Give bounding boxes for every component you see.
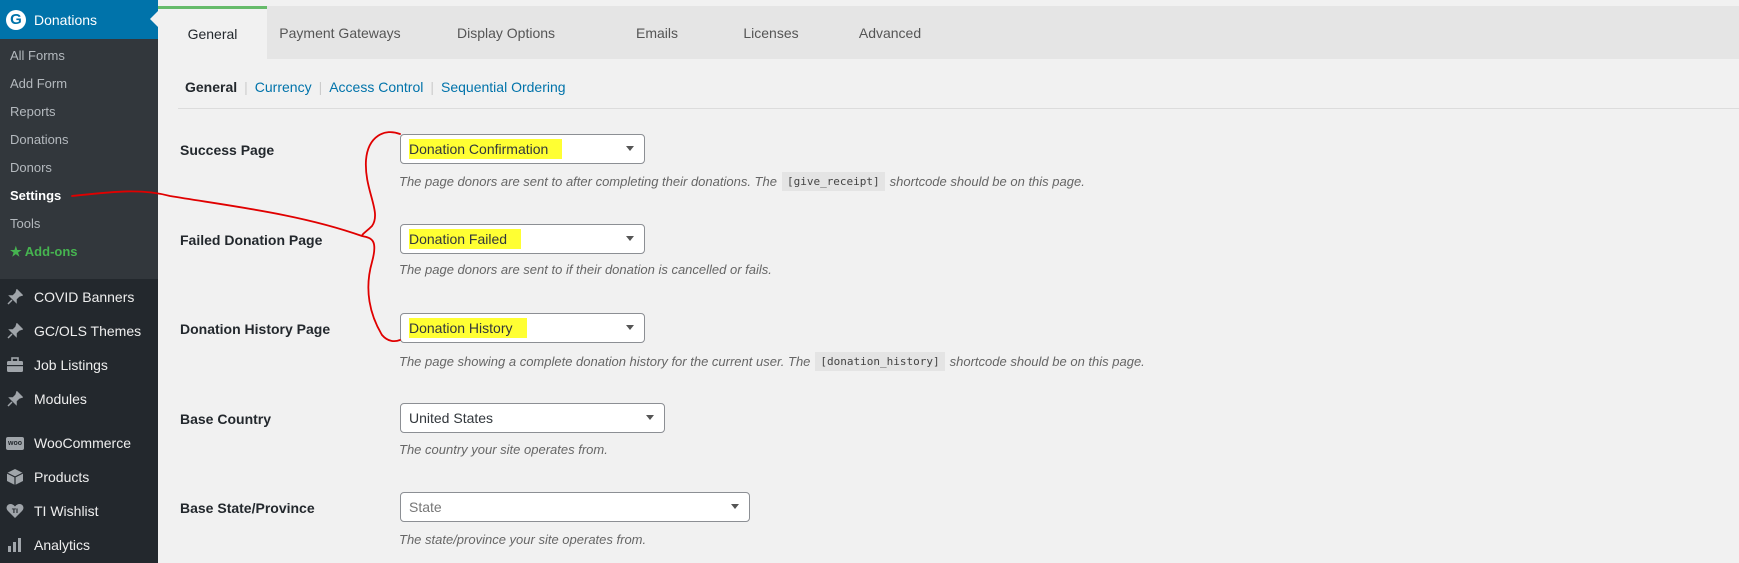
success-page-label: Success Page [180,142,275,158]
caret-down-icon [626,236,634,241]
caret-down-icon [626,146,634,151]
subtab-separator: | [318,79,323,95]
subtab-separator: | [430,79,435,95]
subtab-access-control[interactable]: Access Control [329,79,423,95]
base-state-placeholder: State [409,499,442,515]
briefcase-icon [5,355,25,375]
submenu-item-add-ons[interactable]: ★ Add-ons [10,244,78,260]
pin-icon [5,389,25,409]
description-text: The page donors are sent to after comple… [399,174,777,189]
failed-donation-page-select[interactable]: Donation Failed [400,224,645,254]
submenu-item-add-form[interactable]: Add Form [10,76,67,91]
submenu-item-tools[interactable]: Tools [10,216,40,231]
failed-donation-page-value: Donation Failed [409,229,522,249]
tab-licenses[interactable]: Licenses [726,6,816,59]
caret-down-icon [731,504,739,509]
sidebar-item-donations[interactable]: G Donations [0,0,158,39]
submenu-item-settings[interactable]: Settings [10,188,61,203]
bar-chart-icon [5,535,25,555]
description-text: The country your site operates from. [399,442,608,457]
subtab-sequential-ordering[interactable]: Sequential Ordering [441,79,566,95]
sidebar-item-label: COVID Banners [34,289,135,305]
donation-history-page-label: Donation History Page [180,321,331,337]
tab-emails[interactable]: Emails [622,6,692,59]
sidebar-item-covid-banners[interactable]: COVID Banners [0,281,158,313]
sidebar-item-gc-ols-themes[interactable]: GC/OLS Themes [0,315,158,347]
sidebar-item-ti-wishlist[interactable]: TI TI Wishlist [0,495,158,527]
description-text: The page showing a complete donation his… [399,354,811,369]
section-subtabs: General | Currency | Access Control | Se… [185,77,566,97]
shortcode-donation-history: [donation_history] [815,352,945,371]
success-page-value: Donation Confirmation [409,139,563,159]
admin-sidebar: G Donations All Forms Add Form Reports D… [0,0,158,563]
box-icon [5,467,25,487]
woocommerce-icon: woo [5,433,25,453]
submenu-item-label: Add-ons [24,244,78,259]
sidebar-item-analytics[interactable]: Analytics [0,529,158,561]
base-country-value: United States [409,410,494,426]
sidebar-item-products[interactable]: Products [0,461,158,493]
description-text: shortcode should be on this page. [889,174,1085,189]
submenu-item-donors[interactable]: Donors [10,160,52,175]
tab-payment-gateways[interactable]: Payment Gateways [270,6,410,59]
failed-donation-page-description: The page donors are sent to if their don… [399,262,772,277]
description-text: shortcode should be on this page. [949,354,1145,369]
heart-icon: TI [5,501,25,521]
description-text: The page donors are sent to if their don… [399,262,772,277]
section-divider [178,108,1739,109]
sidebar-item-label: Job Listings [34,357,108,373]
star-icon: ★ [10,244,22,259]
sidebar-item-label: Analytics [34,537,91,553]
subtab-currency[interactable]: Currency [255,79,312,95]
shortcode-give-receipt: [give_receipt] [781,172,885,191]
submenu-item-donations[interactable]: Donations [10,132,69,147]
subtab-separator: | [244,79,248,95]
sidebar-item-modules[interactable]: Modules [0,383,158,415]
tab-advanced[interactable]: Advanced [840,6,940,59]
sidebar-item-label: Donations [34,11,98,28]
give-logo-icon: G [6,9,26,30]
settings-tabs: General Payment Gateways Display Options… [158,6,1739,59]
submenu-item-reports[interactable]: Reports [10,104,56,119]
subtab-general[interactable]: General [185,79,237,95]
svg-text:TI: TI [12,508,18,515]
success-page-select[interactable]: Donation Confirmation [400,134,645,164]
donations-submenu: All Forms Add Form Reports Donations Don… [0,39,158,279]
tab-display-options[interactable]: Display Options [446,6,566,59]
tab-general[interactable]: General [158,6,267,59]
failed-donation-page-label: Failed Donation Page [180,232,323,248]
sidebar-item-label: Modules [34,391,87,407]
current-menu-arrow [150,11,158,27]
description-text: The state/province your site operates fr… [399,532,647,547]
success-page-description: The page donors are sent to after comple… [399,172,1085,191]
donation-history-page-select[interactable]: Donation History [400,313,645,343]
sidebar-item-label: GC/OLS Themes [34,323,142,339]
sidebar-item-job-listings[interactable]: Job Listings [0,349,158,381]
caret-down-icon [646,415,654,420]
donation-history-page-value: Donation History [409,318,527,338]
sidebar-item-label: Products [34,469,90,485]
submenu-item-all-forms[interactable]: All Forms [10,48,65,63]
base-country-label: Base Country [180,411,272,427]
donation-history-page-description: The page showing a complete donation his… [399,352,1145,371]
woocommerce-icon-text: woo [6,436,24,450]
sidebar-item-label: TI Wishlist [34,503,99,519]
pin-icon [5,321,25,341]
pin-icon [5,287,25,307]
base-state-label: Base State/Province [180,500,315,516]
sidebar-item-label: WooCommerce [34,435,131,451]
base-state-select[interactable]: State [400,492,750,522]
base-country-select[interactable]: United States [400,403,665,433]
sidebar-item-woocommerce[interactable]: woo WooCommerce [0,427,158,459]
caret-down-icon [626,325,634,330]
base-country-description: The country your site operates from. [399,442,608,457]
base-state-description: The state/province your site operates fr… [399,532,646,547]
